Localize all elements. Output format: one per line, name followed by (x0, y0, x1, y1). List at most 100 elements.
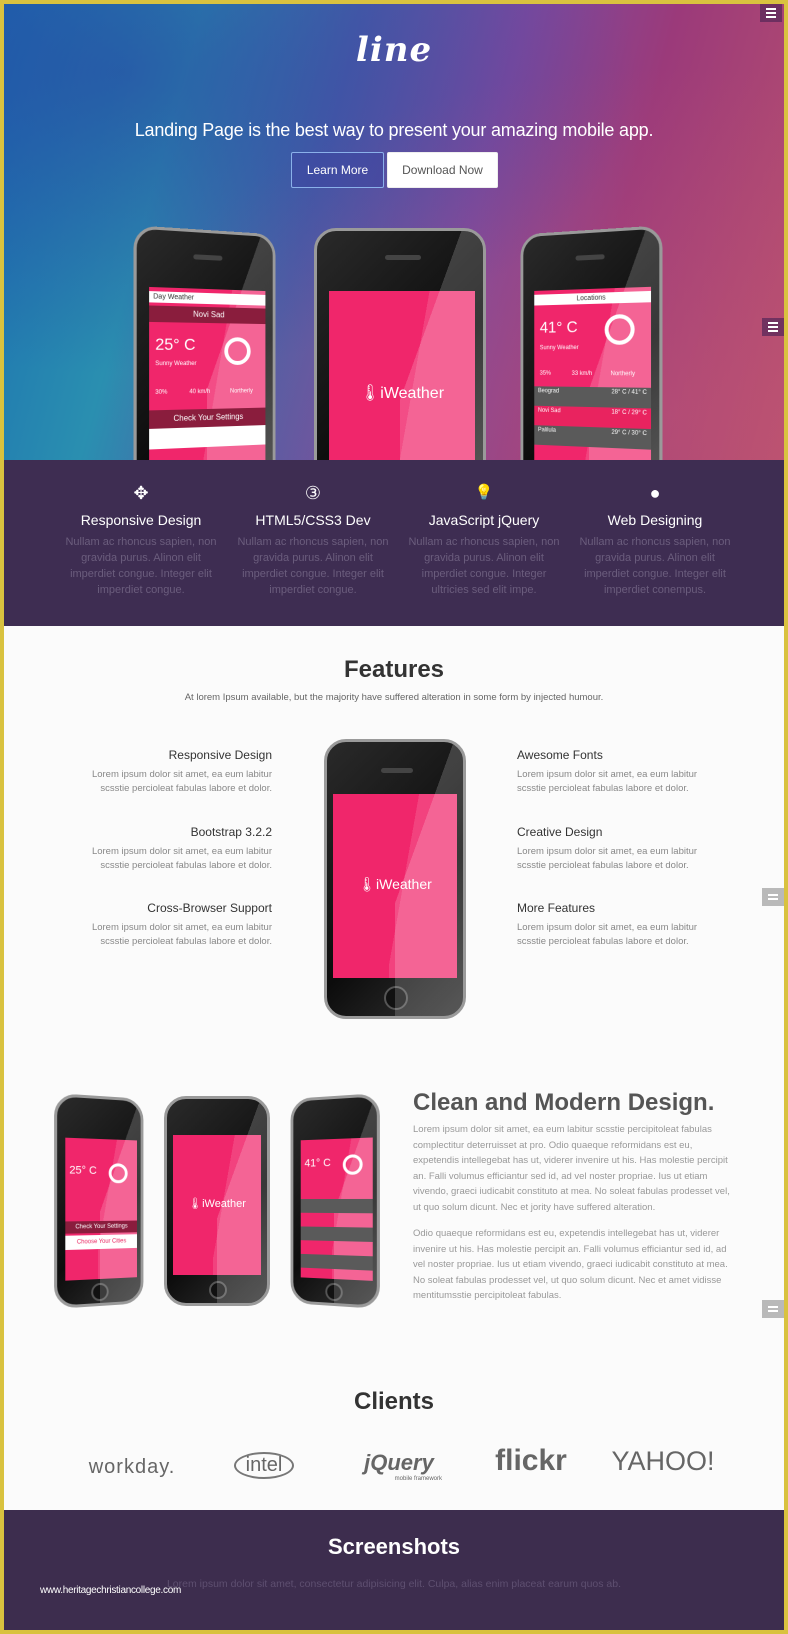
service-item: ✥ Responsive Design Nullam ac rhoncus sa… (61, 460, 221, 598)
temperature: 25° C (155, 336, 196, 354)
phone-speaker (385, 255, 421, 260)
feature-item: Responsive Design Lorem ipsum dolor sit … (82, 748, 272, 796)
service-desc: Nullam ac rhoncus sapien, non gravida pu… (237, 536, 389, 596)
row-city: Palilula (537, 427, 556, 434)
feature-item: Creative Design Lorem ipsum dolor sit am… (517, 825, 707, 873)
logo[interactable]: line (4, 30, 784, 70)
temperature: 25° C (69, 1164, 97, 1177)
home-button (91, 1282, 109, 1302)
direction-stat: Northerly (230, 388, 253, 395)
watermark: www.heritagechristiancollege.com (40, 1585, 182, 1596)
wind-stat: 40 km/h (189, 388, 211, 396)
iweather-logo: 🌡iWeather (359, 385, 445, 402)
wind-stat: 33 km/h (571, 370, 593, 378)
phone-screen: 🌡iWeather (329, 291, 475, 460)
feature-item: Bootstrap 3.2.2 Lorem ipsum dolor sit am… (82, 825, 272, 873)
app-title-bar: Locations (534, 290, 652, 306)
phone-screen: 41° C (300, 1137, 373, 1281)
menu-icon-bar (768, 894, 778, 896)
humidity-stat: 30% (155, 389, 168, 396)
city-label: Novi Sad (149, 305, 266, 325)
weather-condition: Sunny Weather (539, 345, 579, 352)
screenshots-section: Screenshots Lorem ipsum dolor sit amet, … (4, 1510, 784, 1630)
menu-icon-bar (768, 1306, 778, 1308)
phone-screen: Locations 41° C Sunny Weather 35% 33 km/… (534, 286, 652, 460)
forecast-row: Palilula 29° C / 30° C (534, 425, 652, 450)
modern-paragraph: Lorem ipsum dolor sit amet, ea eum labit… (413, 1124, 730, 1213)
temperature: 41° C (304, 1157, 331, 1170)
feature-desc: Lorem ipsum dolor sit amet, ea eum labit… (91, 769, 272, 794)
phone-screen: 25° C Check Your Settings Choose Your Ci… (65, 1137, 137, 1281)
feature-desc: Lorem ipsum dolor sit amet, ea eum labit… (517, 846, 698, 871)
screenshots-title: Screenshots (327, 1534, 461, 1559)
phone-screen: 🌡iWeather (333, 794, 457, 978)
menu-icon-bar (766, 12, 776, 14)
hero-phone-center: 🌡iWeather (314, 228, 486, 460)
service-desc: Nullam ac rhoncus sapien, non gravida pu… (579, 536, 731, 596)
globe-icon: ● (649, 483, 661, 503)
app-title-bar: Day Weather (149, 291, 266, 306)
service-desc: Nullam ac rhoncus sapien, non gravida pu… (408, 536, 560, 596)
modern-phone-left: 25° C Check Your Settings Choose Your Ci… (54, 1092, 144, 1310)
iweather-logo: 🌡iWeather (188, 1198, 246, 1210)
iweather-logo: 🌡iWeather (358, 876, 432, 892)
side-menu-button[interactable] (762, 888, 784, 906)
row-range: 29° C / 30° C (611, 429, 647, 438)
sun-icon (342, 1154, 363, 1175)
hero-tagline: Landing Page is the best way to present … (134, 120, 654, 140)
learn-more-button[interactable]: Learn More (291, 152, 384, 188)
row-range: 18° C / 29° C (611, 409, 647, 417)
sun-icon (108, 1163, 128, 1184)
feature-desc: Lorem ipsum dolor sit amet, ea eum labit… (91, 922, 272, 947)
client-logo-workday[interactable]: workday. (84, 1456, 180, 1479)
menu-toggle-button[interactable] (760, 4, 782, 22)
cities-band (149, 425, 266, 450)
menu-icon-bar (768, 322, 778, 324)
side-menu-button[interactable] (762, 1300, 784, 1318)
temperature: 41° C (539, 319, 578, 337)
menu-icon-bar (766, 16, 776, 18)
feature-item: Cross-Browser Support Lorem ipsum dolor … (82, 901, 272, 949)
feature-title: Awesome Fonts (517, 748, 603, 762)
settings-band: Check Your Settings (65, 1220, 137, 1234)
lightbulb-icon: 💡 (474, 484, 494, 501)
menu-icon-bar (768, 326, 778, 328)
clients-title: Clients (353, 1388, 434, 1415)
download-now-button[interactable]: Download Now (387, 152, 498, 188)
home-button (384, 986, 408, 1010)
humidity-stat: 35% (539, 370, 551, 377)
feature-desc: Lorem ipsum dolor sit amet, ea eum labit… (517, 922, 698, 947)
client-logo-yahoo[interactable]: YAHOO! (610, 1446, 716, 1477)
services-section: ✥ Responsive Design Nullam ac rhoncus sa… (4, 460, 784, 626)
service-item: ● Web Designing Nullam ac rhoncus sapien… (575, 460, 735, 598)
service-title: Responsive Design (80, 512, 202, 528)
modern-phone-right: 41° C (290, 1092, 380, 1310)
brand-name: iWeather (376, 876, 432, 892)
phone-speaker (381, 768, 413, 773)
modern-design-title: Clean and Modern Design. (413, 1089, 715, 1116)
weather-condition: Sunny Weather (155, 361, 197, 368)
direction-stat: Northerly (610, 371, 635, 378)
css3-icon: ③ (304, 483, 322, 503)
service-item: 💡 JavaScript jQuery Nullam ac rhoncus sa… (404, 460, 564, 598)
client-logo-jquery[interactable]: jQuery mobile framework (344, 1450, 454, 1482)
service-item: ③ HTML5/CSS3 Dev Nullam ac rhoncus sapie… (233, 460, 393, 598)
home-button (209, 1281, 227, 1299)
phone-speaker (193, 254, 223, 261)
sun-icon (604, 313, 635, 345)
forecast-row (300, 1226, 373, 1242)
menu-icon-bar (768, 330, 778, 332)
phone-screen: 🌡iWeather (173, 1135, 261, 1275)
side-menu-button[interactable] (762, 318, 784, 336)
cities-band: Choose Your Cities (65, 1234, 137, 1251)
phone-screen: Day Weather Novi Sad 25° C Sunny Weather… (149, 286, 266, 460)
forecast-row: Beograd 28° C / 41° C (534, 386, 652, 409)
row-city: Beograd (537, 388, 560, 395)
jquery-wordmark: jQuery (364, 1450, 434, 1475)
features-title: Features (343, 656, 445, 683)
modern-phone-center: 🌡iWeather (164, 1096, 270, 1306)
forecast-row (300, 1198, 373, 1214)
features-phone: 🌡iWeather (324, 739, 466, 1019)
client-logo-intel[interactable]: intel (234, 1452, 294, 1479)
client-logo-flickr[interactable]: flickr (482, 1444, 580, 1478)
